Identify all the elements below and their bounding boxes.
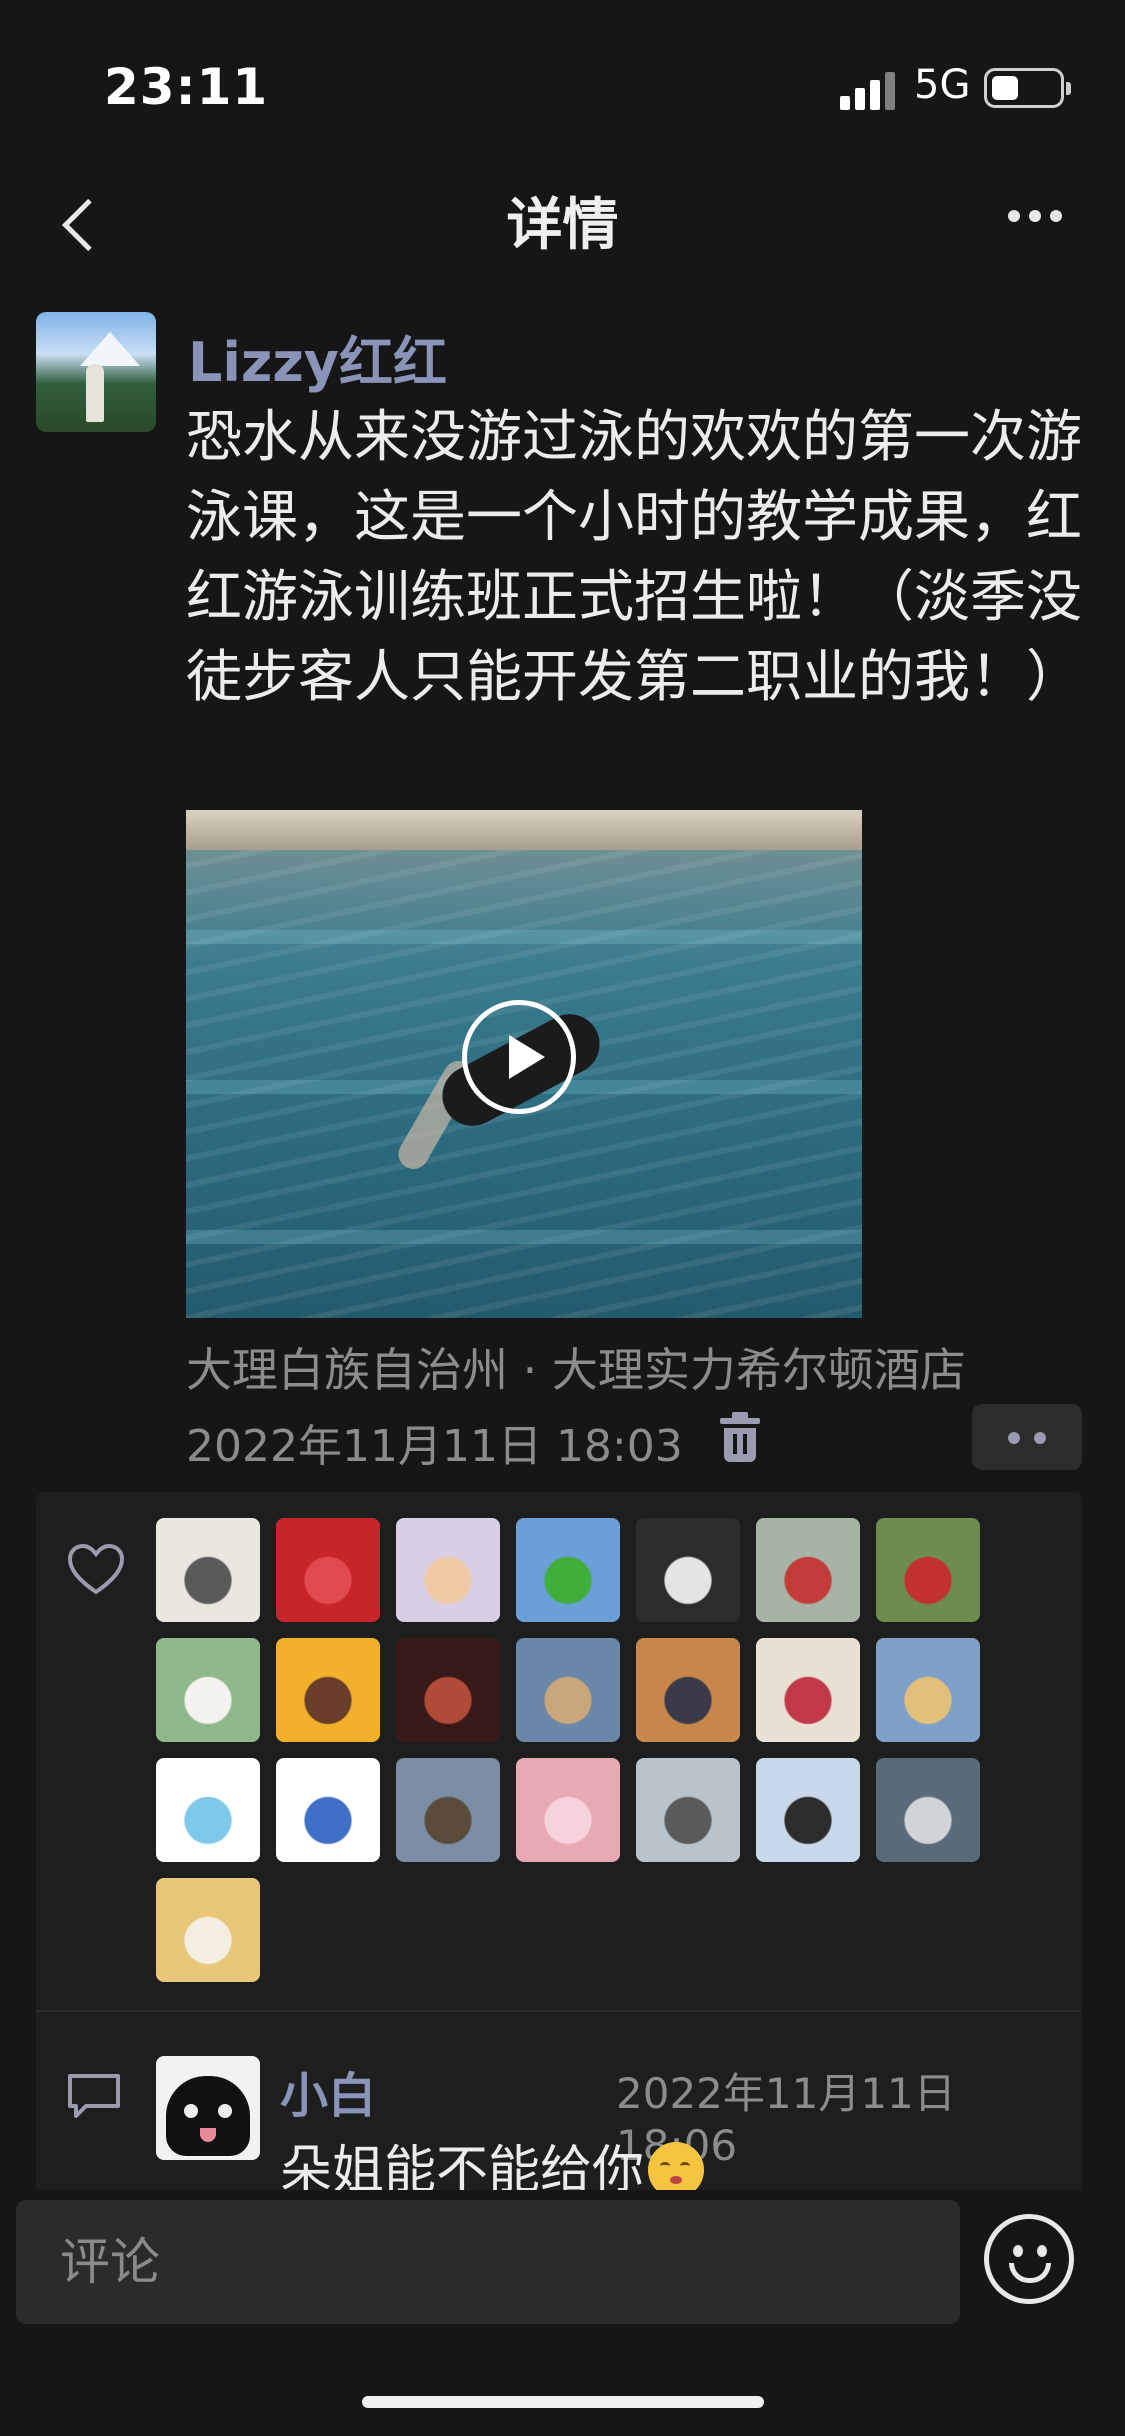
like-avatar-man-trophy[interactable] xyxy=(876,1518,980,1622)
like-avatar-sunset[interactable] xyxy=(636,1638,740,1742)
like-avatar-cartoon-girl[interactable] xyxy=(276,1638,380,1742)
like-avatar-dark-portrait[interactable] xyxy=(396,1638,500,1742)
like-avatar-red[interactable] xyxy=(276,1518,380,1622)
post-location[interactable]: 大理白族自治州 · 大理实力希尔顿酒店 xyxy=(186,1334,966,1400)
likes-comments-panel: 小白 2022年11月11日 18:06 朵姐能不能给你 xyxy=(36,1492,1082,2202)
like-avatar-girl-flowers[interactable] xyxy=(396,1518,500,1622)
like-avatar-penguins[interactable] xyxy=(156,1518,260,1622)
divider xyxy=(36,2010,1082,2012)
play-icon[interactable] xyxy=(462,1000,576,1114)
like-avatar-white-dog[interactable] xyxy=(156,1638,260,1742)
emoji-smiley-icon[interactable] xyxy=(984,2214,1074,2304)
comment-bubble-icon xyxy=(68,2074,120,2118)
like-comment-menu-button[interactable] xyxy=(972,1404,1082,1470)
heart-icon xyxy=(67,1543,125,1595)
like-avatar-golden-dog[interactable] xyxy=(876,1638,980,1742)
battery-icon xyxy=(984,68,1071,108)
page-title: 详情 xyxy=(506,193,619,258)
post-text: 恐水从来没游过泳的欢欢的第一次游泳课，这是一个小时的教学成果，红红游泳训练班正式… xyxy=(186,405,1082,710)
like-avatar-cyclist[interactable] xyxy=(756,1518,860,1622)
video-thumbnail[interactable] xyxy=(186,810,862,1318)
like-avatar-flowers-vase[interactable] xyxy=(756,1638,860,1742)
like-avatar-orange-cat[interactable] xyxy=(156,1878,260,1982)
signal-icon xyxy=(840,72,898,110)
comment-avatar[interactable] xyxy=(156,2056,260,2160)
like-avatar-canal[interactable] xyxy=(516,1638,620,1742)
like-avatar-mountain-sit[interactable] xyxy=(396,1758,500,1862)
trash-icon[interactable] xyxy=(718,1412,762,1464)
post-timestamp: 2022年11月11日 18:03 xyxy=(186,1421,683,1472)
post-author-name[interactable]: Lizzy红红 xyxy=(188,318,447,397)
like-avatar-frog[interactable] xyxy=(516,1518,620,1622)
like-avatar-pink-party[interactable] xyxy=(516,1758,620,1862)
like-avatar-squirtle[interactable] xyxy=(156,1758,260,1862)
home-indicator[interactable] xyxy=(362,2396,764,2408)
comment-author[interactable]: 小白 xyxy=(280,2056,376,2126)
more-options-icon[interactable] xyxy=(1000,200,1070,230)
author-avatar[interactable] xyxy=(36,312,156,432)
like-avatar-cat-gray[interactable] xyxy=(636,1518,740,1622)
network-type: 5G xyxy=(914,62,971,108)
like-avatar-volcano[interactable] xyxy=(876,1758,980,1862)
like-avatar-snow-girl[interactable] xyxy=(756,1758,860,1862)
top-bar: 23:11 5G 详情 xyxy=(0,0,1125,282)
comment-input[interactable] xyxy=(16,2200,960,2324)
like-avatar-stitch[interactable] xyxy=(276,1758,380,1862)
like-avatar-beach-man[interactable] xyxy=(636,1758,740,1862)
status-time: 23:11 xyxy=(104,58,269,116)
